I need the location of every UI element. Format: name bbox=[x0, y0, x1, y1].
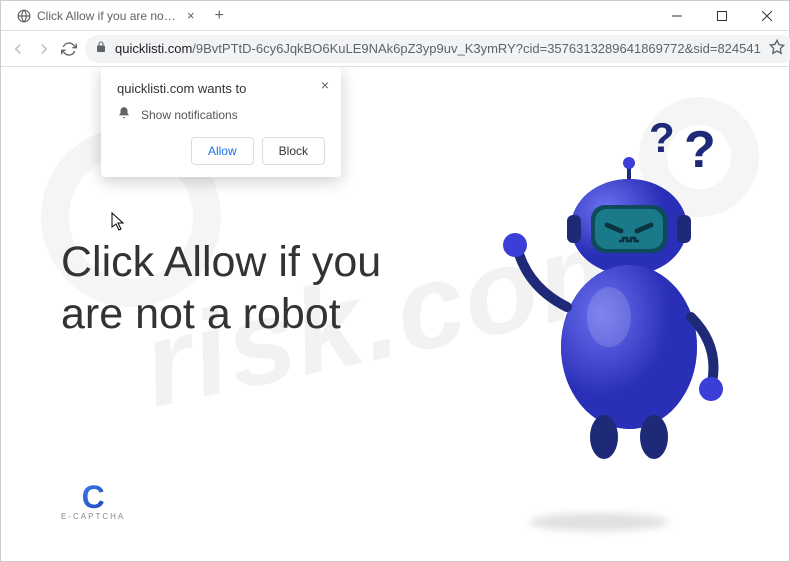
browser-tab[interactable]: Click Allow if you are not a robot × bbox=[7, 2, 205, 30]
bookmark-star-icon[interactable] bbox=[769, 39, 785, 58]
titlebar: Click Allow if you are not a robot × + bbox=[1, 1, 789, 31]
new-tab-button[interactable]: + bbox=[215, 7, 224, 25]
popup-title: quicklisti.com wants to bbox=[117, 81, 325, 96]
allow-button[interactable]: Allow bbox=[191, 137, 254, 165]
forward-button[interactable] bbox=[35, 35, 53, 63]
popup-permission-text: Show notifications bbox=[141, 108, 238, 122]
captcha-brand-label: E-CAPTCHA bbox=[61, 512, 125, 521]
tab-title: Click Allow if you are not a robot bbox=[37, 9, 177, 23]
reload-button[interactable] bbox=[61, 35, 77, 63]
captcha-logo-icon: C bbox=[82, 479, 105, 516]
robot-shadow bbox=[529, 513, 669, 531]
svg-text:?: ? bbox=[684, 121, 716, 179]
maximize-button[interactable] bbox=[699, 1, 744, 31]
back-button[interactable] bbox=[9, 35, 27, 63]
notification-permission-popup: × quicklisti.com wants to Show notificat… bbox=[101, 67, 341, 177]
popup-close-icon[interactable]: × bbox=[321, 77, 329, 93]
minimize-button[interactable] bbox=[654, 1, 699, 31]
popup-actions: Allow Block bbox=[117, 137, 325, 165]
browser-window: Click Allow if you are not a robot × + bbox=[0, 0, 790, 562]
lock-icon bbox=[95, 41, 107, 56]
url-text: quicklisti.com/9BvtPTtD-6cy6JqkBO6KuLE9N… bbox=[115, 41, 761, 56]
tab-close-icon[interactable]: × bbox=[187, 8, 195, 23]
captcha-brand: C E-CAPTCHA bbox=[61, 479, 125, 521]
address-bar: quicklisti.com/9BvtPTtD-6cy6JqkBO6KuLE9N… bbox=[1, 31, 789, 67]
bell-icon bbox=[117, 106, 131, 123]
block-button[interactable]: Block bbox=[262, 137, 325, 165]
page-headline: Click Allow if you are not a robot bbox=[61, 237, 449, 340]
globe-icon bbox=[17, 9, 31, 23]
mouse-cursor-icon bbox=[111, 212, 127, 237]
page-viewport: risk.com Click Allow if you are not a ro… bbox=[1, 67, 789, 561]
window-controls bbox=[654, 1, 789, 31]
robot-svg: ? ? bbox=[459, 107, 759, 507]
window-close-button[interactable] bbox=[744, 1, 789, 31]
popup-permission-row: Show notifications bbox=[117, 106, 325, 123]
svg-text:?: ? bbox=[649, 114, 675, 161]
robot-illustration: ? ? bbox=[449, 127, 749, 541]
url-field[interactable]: quicklisti.com/9BvtPTtD-6cy6JqkBO6KuLE9N… bbox=[85, 35, 790, 63]
